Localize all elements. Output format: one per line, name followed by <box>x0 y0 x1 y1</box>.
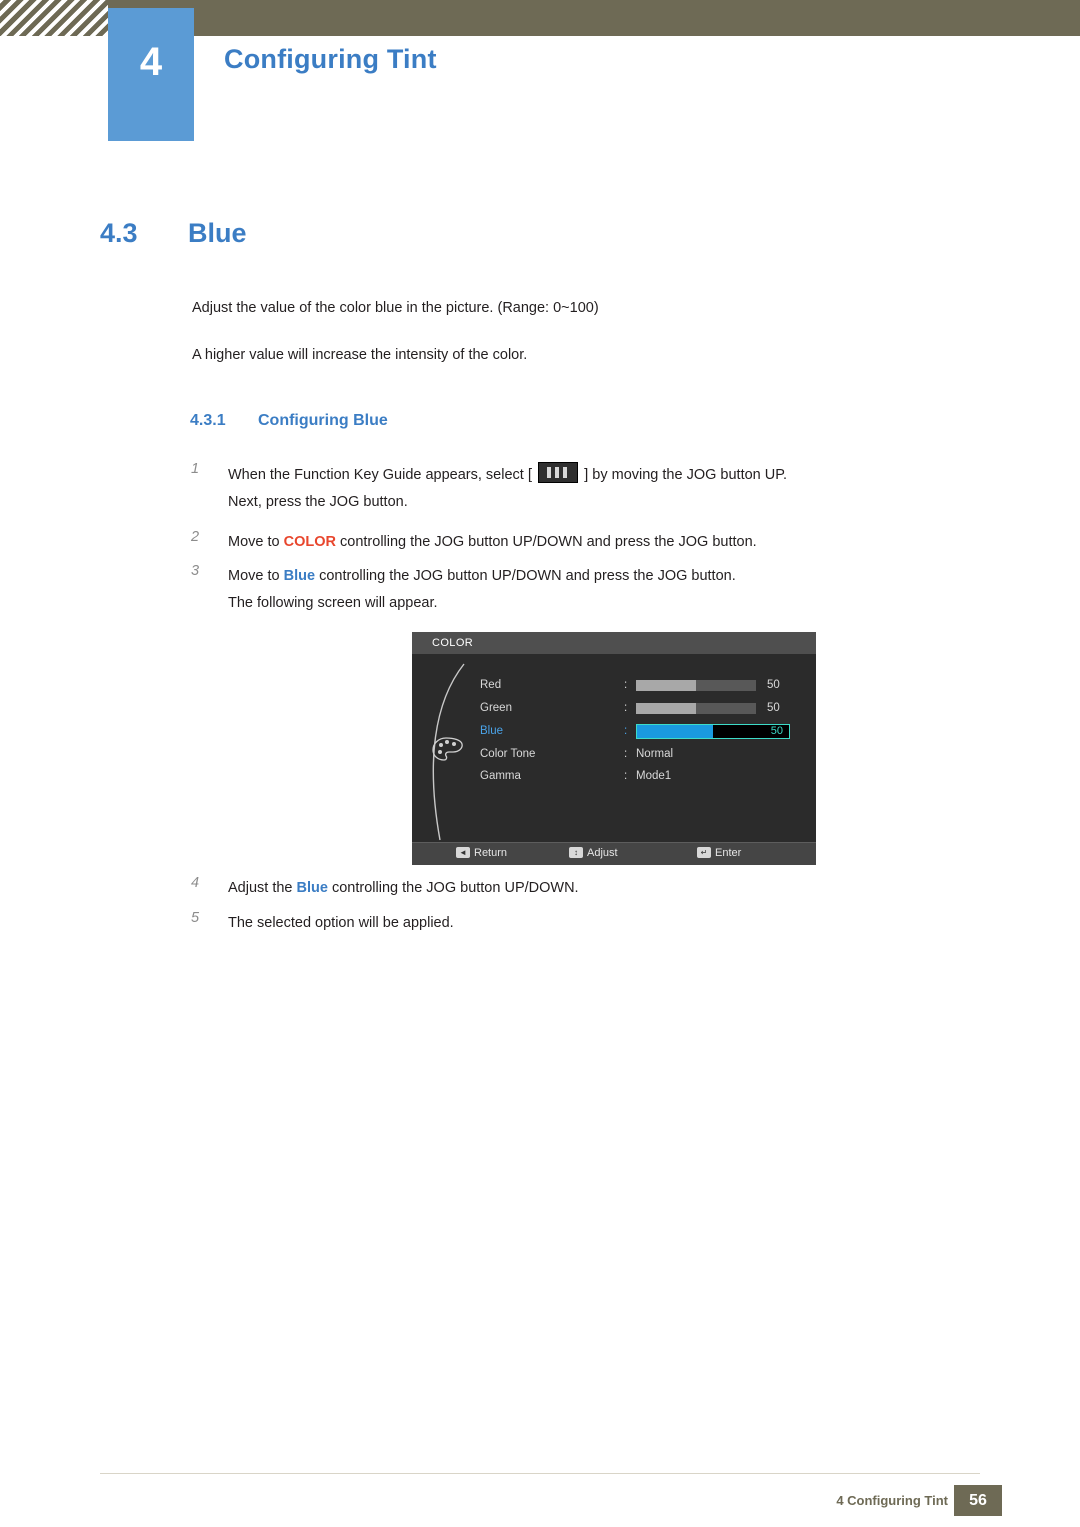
header-hatch-decoration <box>0 0 108 36</box>
step-3-text-part-2: controlling the JOG button UP/DOWN and p… <box>319 568 736 584</box>
footer-divider <box>100 1473 980 1474</box>
step-2-body: Move to COLOR controlling the JOG button… <box>228 529 1021 556</box>
chapter-number: 4 <box>139 40 163 84</box>
intro-paragraph-1: Adjust the value of the color blue in th… <box>192 300 599 316</box>
osd-return-action[interactable]: ◄ Return <box>456 847 507 859</box>
step-5: 5 The selected option will be applied. <box>191 910 1021 937</box>
step-4: 4 Adjust the Blue controlling the JOG bu… <box>191 875 1021 902</box>
osd-color-tone-value: Normal <box>636 748 674 760</box>
step-5-body: The selected option will be applied. <box>228 915 454 931</box>
step-1-body: When the Function Key Guide appears, sel… <box>228 461 1021 516</box>
subsection-title: Configuring Blue <box>258 412 388 429</box>
osd-blue-slider-fill <box>637 725 713 738</box>
step-3-number: 3 <box>191 563 200 579</box>
step-1-text-line-2: Next, press the JOG button. <box>228 494 408 510</box>
osd-row-selected[interactable]: Blue <box>480 722 503 740</box>
step-1-text-part-1: When the Function Key Guide appears, sel… <box>228 467 524 483</box>
function-key-guide-icon <box>538 462 579 483</box>
step-3-keyword: Blue <box>283 568 316 584</box>
osd-green-slider[interactable] <box>636 703 756 714</box>
osd-footer-bar: ◄ Return ↕ Adjust ↵ Enter <box>412 842 816 865</box>
osd-blue-slider[interactable]: 50 <box>636 724 790 739</box>
step-2-text-part-1: Move to <box>228 534 280 550</box>
osd-row[interactable]: Green <box>480 699 512 717</box>
step-2: 2 Move to COLOR controlling the JOG butt… <box>191 529 1021 556</box>
header-bar <box>108 0 1080 36</box>
osd-screenshot: COLOR Red : 50 Green : 50 Blue : 50 Colo… <box>412 632 816 865</box>
enter-key-icon: ↵ <box>697 847 711 858</box>
osd-row[interactable]: Red <box>480 676 501 694</box>
step-1-text-part-2: by moving the JOG button UP. <box>592 467 788 483</box>
osd-red-value: 50 <box>767 679 780 691</box>
step-2-number: 2 <box>191 529 200 545</box>
osd-row-colon: : <box>624 725 628 737</box>
osd-row-colon: : <box>624 679 628 691</box>
osd-adjust-label: Adjust <box>587 847 618 859</box>
palette-icon <box>432 737 463 761</box>
osd-adjust-action[interactable]: ↕ Adjust <box>569 847 618 859</box>
intro-paragraph-2: A higher value will increase the intensi… <box>192 347 528 363</box>
section-number: 4.3 <box>100 218 138 248</box>
footer-page-number: 56 <box>954 1485 1002 1516</box>
step-3-body: Move to Blue controlling the JOG button … <box>228 563 1021 617</box>
step-4-text-part-1: Adjust the <box>228 880 293 896</box>
footer-chapter-label: 4 Configuring Tint <box>836 1493 948 1508</box>
osd-row-colon: : <box>624 702 628 714</box>
bracket-open: [ <box>527 466 533 483</box>
osd-row[interactable]: Color Tone <box>480 745 535 763</box>
step-2-text-part-2: controlling the JOG button UP/DOWN and p… <box>340 534 757 550</box>
osd-row[interactable]: Gamma <box>480 767 521 785</box>
step-1: 1 When the Function Key Guide appears, s… <box>191 461 1021 516</box>
osd-enter-action[interactable]: ↵ Enter <box>697 847 741 859</box>
chapter-title: Configuring Tint <box>224 44 437 74</box>
osd-return-label: Return <box>474 847 508 859</box>
osd-row-colon: : <box>624 748 628 760</box>
step-4-body: Adjust the Blue controlling the JOG butt… <box>228 875 1021 902</box>
osd-menu-body: Red : 50 Green : 50 Blue : 50 Color Tone… <box>412 654 816 842</box>
step-4-number: 4 <box>191 875 200 891</box>
step-4-text-part-2: controlling the JOG button UP/DOWN. <box>331 880 579 896</box>
osd-blue-value: 50 <box>770 725 783 737</box>
osd-red-slider[interactable] <box>636 680 756 691</box>
step-2-keyword: COLOR <box>283 534 336 550</box>
step-1-number: 1 <box>191 461 200 477</box>
osd-green-value: 50 <box>767 702 780 714</box>
return-key-icon: ◄ <box>456 847 470 858</box>
bracket-close: ] <box>584 466 589 483</box>
step-3-text-part-1: Move to <box>228 568 280 584</box>
osd-enter-label: Enter <box>715 847 742 859</box>
step-3: 3 Move to Blue controlling the JOG butto… <box>191 563 1021 617</box>
step-5-number: 5 <box>191 910 200 926</box>
step-4-keyword: Blue <box>296 880 328 896</box>
subsection-number: 4.3.1 <box>190 412 226 429</box>
osd-green-slider-fill <box>636 703 696 714</box>
osd-row-colon: : <box>624 770 628 782</box>
step-3-text-line-2: The following screen will appear. <box>228 595 438 611</box>
adjust-key-icon: ↕ <box>569 847 583 858</box>
osd-title-label: COLOR <box>432 637 474 649</box>
osd-gamma-value: Mode1 <box>636 770 672 782</box>
osd-red-slider-fill <box>636 680 696 691</box>
page-title: Blue <box>188 218 247 248</box>
chapter-number-box: 4 <box>108 8 194 141</box>
osd-title-bar: COLOR <box>412 632 816 655</box>
